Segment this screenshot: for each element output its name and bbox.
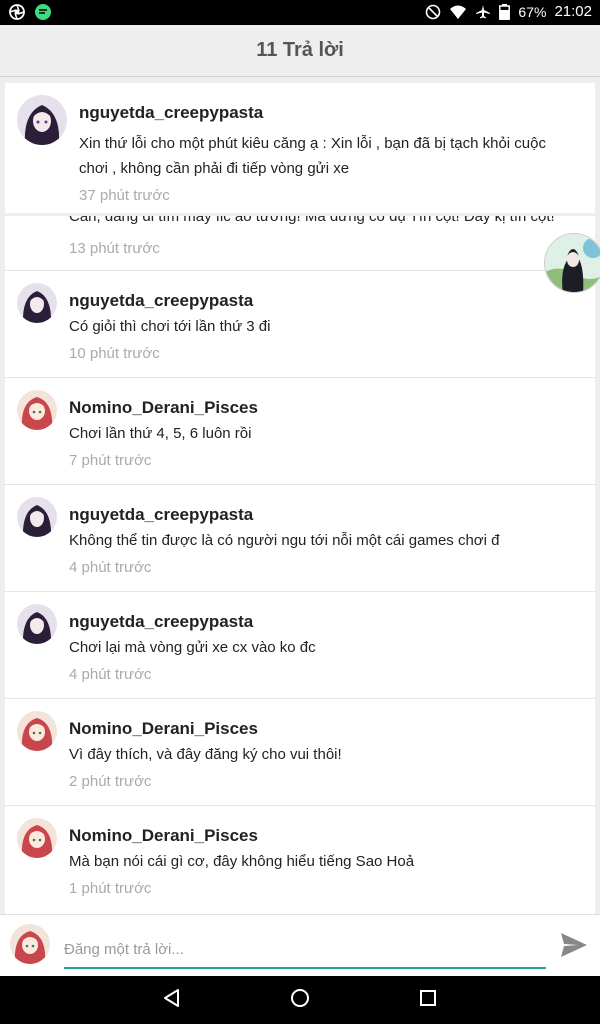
chat-bubble-icon: [34, 3, 52, 21]
avatar[interactable]: [17, 711, 57, 751]
airplane-icon: [475, 4, 491, 20]
send-icon: [560, 932, 588, 963]
home-icon: [290, 988, 310, 1013]
list-item[interactable]: nguyetda_creepypasta Chơi lại mà vòng gử…: [5, 592, 595, 699]
comment-author[interactable]: nguyetda_creepypasta: [69, 291, 253, 311]
battery-icon: [499, 3, 511, 20]
wifi-icon: [449, 4, 467, 20]
avatar[interactable]: [17, 497, 57, 537]
comment-text-line-1: Xin thứ lỗi cho một phút kiêu căng ạ : X…: [79, 135, 546, 152]
camera-aperture-icon: [8, 3, 26, 21]
comment-time: 7 phút trước: [69, 452, 152, 469]
battery-percent: 67%: [518, 3, 547, 20]
list-item[interactable]: Nomino_Derani_Pisces Chơi lần thứ 4, 5, …: [5, 378, 595, 485]
original-comment[interactable]: nguyetda_creepypasta Xin thứ lỗi cho một…: [5, 83, 595, 213]
comment-author[interactable]: Nomino_Derani_Pisces: [69, 398, 258, 418]
page-title: 11 Trả lời: [256, 39, 344, 61]
current-user-avatar[interactable]: [10, 924, 50, 964]
back-icon: [162, 988, 182, 1013]
comment-text: Mà bạn nói cái gì cơ, đây không hiểu tiế…: [69, 853, 415, 870]
floating-chat-head-avatar[interactable]: [544, 233, 600, 293]
system-nav-bar: [0, 976, 600, 1024]
comment-text: Không thể tin được là có người ngu tới n…: [69, 532, 500, 549]
avatar[interactable]: [17, 604, 57, 644]
comment-time: 13 phút trước: [69, 240, 160, 257]
comment-author[interactable]: Nomino_Derani_Pisces: [69, 719, 258, 739]
comment-time: 1 phút trước: [69, 880, 152, 897]
clock: 21:02: [554, 3, 592, 20]
back-button[interactable]: [158, 986, 186, 1014]
reply-input[interactable]: [64, 931, 546, 969]
avatar[interactable]: [17, 95, 67, 145]
comment-time: 4 phút trước: [69, 559, 152, 576]
comment-text: Chơi lại mà vòng gửi xe cx vào ko đc: [69, 639, 316, 656]
comment-time: 4 phút trước: [69, 666, 152, 683]
home-button[interactable]: [286, 986, 314, 1014]
reply-bar: [0, 914, 600, 976]
avatar[interactable]: [17, 390, 57, 430]
comment-author[interactable]: Nomino_Derani_Pisces: [69, 826, 258, 846]
comment-text: Vì đây thích, và đây đăng ký cho vui thô…: [69, 746, 342, 763]
comment-thread[interactable]: nguyetda_creepypasta Xin thứ lỗi cho một…: [0, 78, 600, 914]
comment-time: 37 phút trước: [79, 187, 170, 204]
do-not-disturb-icon: [425, 4, 441, 20]
list-item[interactable]: Nomino_Derani_Pisces Mà bạn nói cái gì c…: [5, 806, 595, 913]
send-button[interactable]: [556, 929, 592, 965]
comment-author[interactable]: nguyetda_creepypasta: [69, 612, 253, 632]
comment-text: Cần, đang đi tìm mấy fic ảo tưởng! Mà đừ…: [69, 216, 555, 225]
avatar[interactable]: [17, 283, 57, 323]
list-item[interactable]: Cần, đang đi tìm mấy fic ảo tưởng! Mà đừ…: [5, 216, 595, 271]
comment-text-line-2: chơi , không cần phải đi tiếp vòng gửi x…: [79, 160, 350, 177]
reply-list[interactable]: Cần, đang đi tìm mấy fic ảo tưởng! Mà đừ…: [5, 216, 595, 914]
comment-time: 2 phút trước: [69, 773, 152, 790]
header: 11 Trả lời: [0, 25, 600, 77]
comment-text: Chơi lần thứ 4, 5, 6 luôn rồi: [69, 425, 252, 442]
comment-author[interactable]: nguyetda_creepypasta: [69, 505, 253, 525]
recents-button[interactable]: [414, 986, 442, 1014]
list-item[interactable]: nguyetda_creepypasta Có giỏi thì chơi tớ…: [5, 271, 595, 378]
comment-time: 10 phút trước: [69, 345, 160, 362]
avatar[interactable]: [17, 818, 57, 858]
list-item[interactable]: Nomino_Derani_Pisces Vì đây thích, và đâ…: [5, 699, 595, 806]
list-item[interactable]: nguyetda_creepypasta Không thể tin được …: [5, 485, 595, 592]
comment-text: Có giỏi thì chơi tới lần thứ 3 đi: [69, 318, 271, 335]
recents-icon: [419, 989, 437, 1012]
comment-author[interactable]: nguyetda_creepypasta: [79, 103, 263, 123]
status-bar: 67% 21:02: [0, 0, 600, 25]
